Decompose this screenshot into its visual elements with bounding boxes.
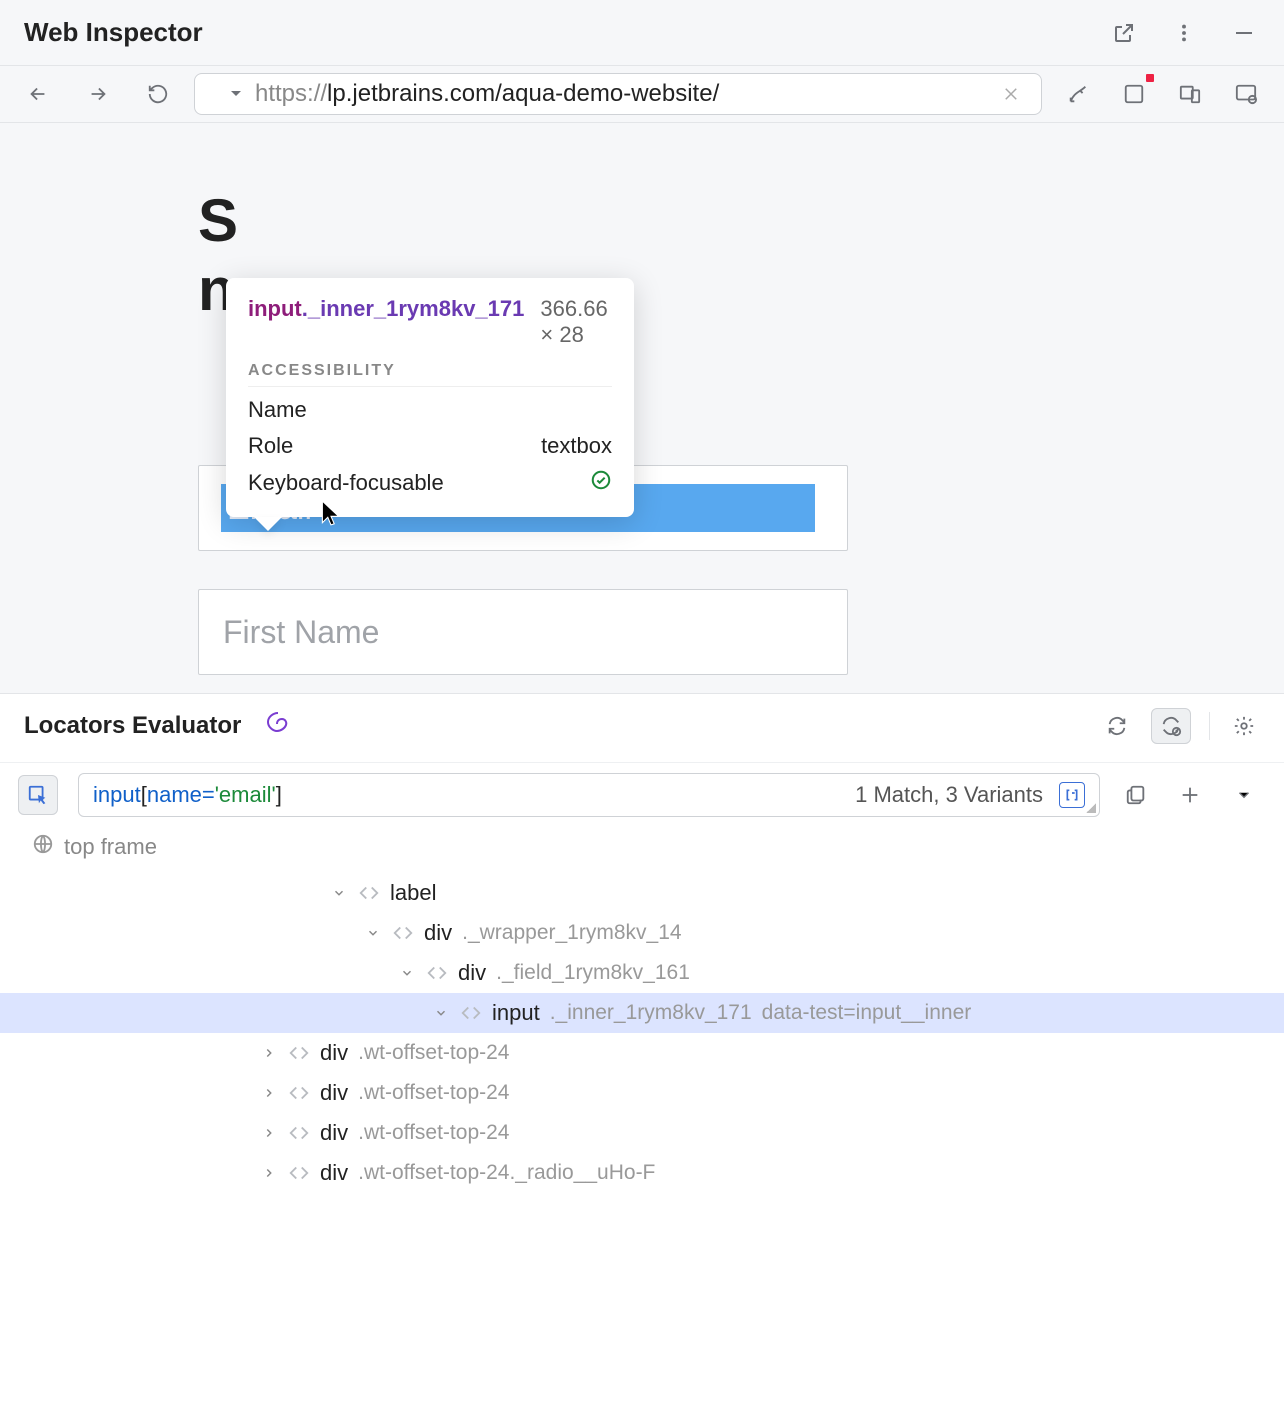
tooltip-focusable-value [590, 469, 612, 497]
tree-node-tag: div [320, 1080, 348, 1106]
chevron-right-icon[interactable] [260, 1086, 278, 1100]
auto-refresh-icon[interactable] [1151, 708, 1191, 744]
first-name-field[interactable]: First Name [198, 589, 848, 675]
css-badge-icon[interactable] [1059, 782, 1085, 808]
tree-row[interactable]: input ._inner_1rym8kv_171 data-test=inpu… [0, 993, 1284, 1033]
tree-node-tag: div [320, 1160, 348, 1186]
tree-row[interactable]: div ._field_1rym8kv_161 [0, 953, 1284, 993]
header-actions [1108, 17, 1260, 49]
tree-node-tag: div [458, 960, 486, 986]
tree-row[interactable]: div ._wrapper_1rym8kv_14 [0, 913, 1284, 953]
page-heading-line1: S [198, 189, 848, 252]
tag-icon [426, 962, 448, 984]
open-external-icon[interactable] [1108, 17, 1140, 49]
tag-icon [288, 1122, 310, 1144]
locators-settings-icon[interactable] [1228, 710, 1260, 742]
devices-icon[interactable] [1174, 78, 1206, 110]
chevron-down-icon[interactable] [364, 926, 382, 940]
tree-node-class: ._inner_1rym8kv_171 [550, 1001, 752, 1025]
disable-js-icon[interactable] [1118, 78, 1150, 110]
resize-handle-icon[interactable] [1086, 803, 1096, 813]
search-icon [209, 84, 241, 104]
frame-row[interactable]: top frame [0, 827, 1284, 867]
tree-node-class: .wt-offset-top-24._radio__uHo-F [358, 1161, 655, 1185]
chevron-right-icon[interactable] [260, 1166, 278, 1180]
dom-tree: labeldiv ._wrapper_1rym8kv_14div ._field… [0, 867, 1284, 1193]
tag-icon [288, 1162, 310, 1184]
forward-icon[interactable] [82, 78, 114, 110]
tooltip-name-label: Name [248, 397, 307, 423]
tree-row[interactable]: div .wt-offset-top-24 [0, 1033, 1284, 1073]
tree-row[interactable]: div .wt-offset-top-24 [0, 1073, 1284, 1113]
tree-node-tag: div [320, 1040, 348, 1066]
frame-label: top frame [64, 834, 157, 860]
address-bar: https://lp.jetbrains.com/aqua-demo-websi… [0, 66, 1284, 123]
tag-icon [392, 922, 414, 944]
tree-row[interactable]: div .wt-offset-top-24 [0, 1113, 1284, 1153]
tree-node-attr: data-test=input__inner [762, 1001, 972, 1025]
url-text: https://lp.jetbrains.com/aqua-demo-websi… [255, 80, 981, 108]
tree-row[interactable]: label [0, 873, 1284, 913]
chevron-down-icon[interactable] [398, 966, 416, 980]
tree-node-class: .wt-offset-top-24 [358, 1041, 509, 1065]
tooltip-role-label: Role [248, 433, 293, 459]
cursor-icon [320, 499, 342, 532]
chevron-down-icon[interactable] [330, 886, 348, 900]
tooltip-dimensions: 366.66 × 28 [540, 296, 612, 348]
clear-cache-icon[interactable] [1062, 78, 1094, 110]
locators-panel: Locators Evaluator input[name='email'] 1 [0, 693, 1284, 1420]
copy-locator-icon[interactable] [1120, 779, 1152, 811]
tree-node-class: ._wrapper_1rym8kv_14 [462, 921, 681, 945]
tooltip-section-heading: ACCESSIBILITY [248, 362, 612, 387]
clear-url-icon[interactable] [995, 78, 1027, 110]
tree-row[interactable]: div .wt-offset-top-24._radio__uHo-F [0, 1153, 1284, 1193]
locator-match-count: 1 Match, 3 Variants [855, 782, 1043, 808]
tree-node-class: .wt-offset-top-24 [358, 1121, 509, 1145]
reload-icon[interactable] [142, 78, 174, 110]
first-name-placeholder: First Name [223, 614, 379, 651]
tag-icon [288, 1082, 310, 1104]
tree-node-tag: div [424, 920, 452, 946]
nav-buttons [22, 78, 174, 110]
globe-icon [32, 833, 54, 861]
tree-node-class: .wt-offset-top-24 [358, 1081, 509, 1105]
chevron-right-icon[interactable] [260, 1046, 278, 1060]
minimize-icon[interactable] [1228, 17, 1260, 49]
header-title: Web Inspector [24, 17, 203, 48]
tag-icon [288, 1042, 310, 1064]
settings-screen-icon[interactable] [1230, 78, 1262, 110]
toolbar-right-icons [1062, 78, 1262, 110]
tree-node-tag: label [390, 880, 436, 906]
tag-icon [460, 1002, 482, 1024]
refresh-locators-icon[interactable] [1101, 710, 1133, 742]
locators-header: Locators Evaluator [0, 694, 1284, 763]
locator-input[interactable]: input[name='email'] 1 Match, 3 Variants [78, 773, 1100, 817]
add-locator-icon[interactable] [1174, 779, 1206, 811]
tooltip-role-value: textbox [541, 433, 612, 459]
tree-node-tag: input [492, 1000, 540, 1026]
tooltip-focusable-label: Keyboard-focusable [248, 470, 444, 496]
element-picker-icon[interactable] [18, 775, 58, 815]
chevron-right-icon[interactable] [260, 1126, 278, 1140]
locator-input-row: input[name='email'] 1 Match, 3 Variants [0, 763, 1284, 827]
url-box[interactable]: https://lp.jetbrains.com/aqua-demo-websi… [194, 73, 1042, 115]
tooltip-tag: input [248, 296, 302, 321]
chevron-down-icon[interactable] [432, 1006, 450, 1020]
header: Web Inspector [0, 0, 1284, 66]
tree-node-tag: div [320, 1120, 348, 1146]
menu-dots-icon[interactable] [1168, 17, 1200, 49]
expand-locator-icon[interactable] [1228, 779, 1260, 811]
page-preview: S n Email First Name Last Name input._in… [0, 123, 1284, 693]
tree-node-class: ._field_1rym8kv_161 [496, 961, 690, 985]
inspector-tooltip: input._inner_1rym8kv_171 366.66 × 28 ACC… [226, 278, 634, 517]
back-icon[interactable] [22, 78, 54, 110]
tag-icon [358, 882, 380, 904]
locators-title: Locators Evaluator [24, 712, 241, 740]
check-circle-icon [590, 469, 612, 491]
ide-spiral-icon[interactable] [265, 712, 289, 741]
tooltip-class: ._inner_1rym8kv_171 [302, 296, 525, 321]
